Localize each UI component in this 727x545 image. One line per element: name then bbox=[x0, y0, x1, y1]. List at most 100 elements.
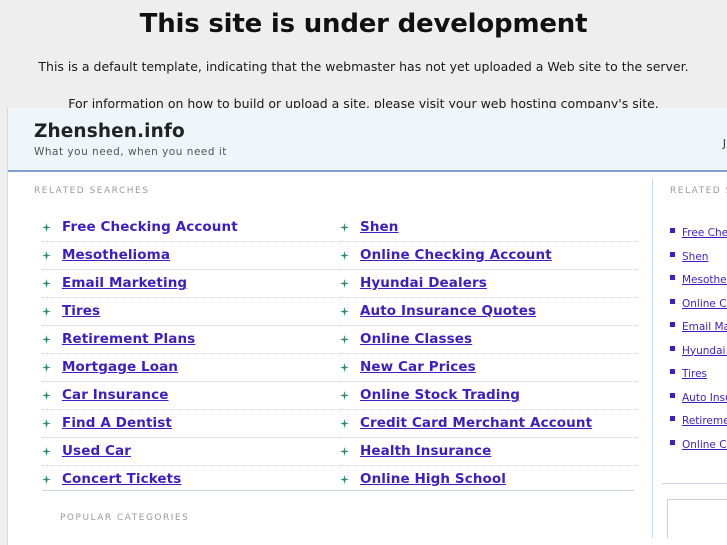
star-bullet-icon bbox=[340, 335, 349, 344]
list-item[interactable]: Car Insurance bbox=[42, 382, 340, 410]
related-searches-heading: RELATED SEARCHES bbox=[34, 186, 150, 196]
sidebar-related-search-link[interactable]: Online Classes bbox=[682, 439, 727, 451]
sidebar-related-search-link[interactable]: Online Checking Account bbox=[682, 298, 727, 310]
sidebar-related-search-link[interactable]: Mesothelioma bbox=[682, 274, 727, 286]
list-item[interactable]: Mortgage Loan bbox=[42, 354, 340, 382]
square-bullet-icon bbox=[670, 392, 675, 398]
related-search-link[interactable]: Shen bbox=[360, 219, 399, 235]
related-search-link[interactable]: Online Checking Account bbox=[360, 247, 552, 263]
header-nav-clipped-item[interactable]: Ju bbox=[723, 137, 727, 150]
sidebar-column: RELATED SEARCHES Free Checking Account S… bbox=[652, 179, 727, 538]
related-search-link[interactable]: Online Stock Trading bbox=[360, 387, 520, 403]
square-bullet-icon bbox=[670, 298, 675, 304]
sidebar-related-search-link[interactable]: Email Marketing bbox=[682, 321, 727, 333]
related-search-link[interactable]: Concert Tickets bbox=[62, 471, 181, 487]
list-item[interactable]: Online Stock Trading bbox=[340, 382, 638, 410]
related-search-link[interactable]: Email Marketing bbox=[62, 275, 187, 291]
related-search-link[interactable]: Health Insurance bbox=[360, 443, 491, 459]
star-bullet-icon bbox=[42, 419, 51, 428]
related-search-link[interactable]: Hyundai Dealers bbox=[360, 275, 487, 291]
star-bullet-icon bbox=[42, 251, 51, 260]
star-bullet-icon bbox=[340, 251, 349, 260]
related-search-link[interactable]: Online Classes bbox=[360, 331, 472, 347]
related-searches-column-right: Shen Online Checking Account Hyundai Dea… bbox=[340, 214, 638, 493]
section-divider bbox=[42, 490, 634, 491]
related-search-link[interactable]: Car Insurance bbox=[62, 387, 169, 403]
popular-categories-heading: POPULAR CATEGORIES bbox=[60, 513, 190, 523]
related-search-link[interactable]: Credit Card Merchant Account bbox=[360, 415, 592, 431]
list-item[interactable]: Find A Dentist bbox=[42, 410, 340, 438]
related-search-link[interactable]: Used Car bbox=[62, 443, 131, 459]
related-search-link[interactable]: New Car Prices bbox=[360, 359, 476, 375]
related-search-link[interactable]: Tires bbox=[62, 303, 100, 319]
list-item[interactable]: Used Car bbox=[42, 438, 340, 466]
star-bullet-icon bbox=[340, 419, 349, 428]
sidebar-related-search-link[interactable]: Tires bbox=[682, 368, 707, 380]
sidebar-related-searches-heading: RELATED SEARCHES bbox=[670, 186, 727, 196]
sidebar-related-search-link[interactable]: Shen bbox=[682, 251, 708, 263]
star-bullet-icon bbox=[42, 223, 51, 232]
list-item[interactable]: Email Marketing bbox=[670, 315, 727, 339]
list-item[interactable]: Online Classes bbox=[340, 326, 638, 354]
list-item[interactable]: Concert Tickets bbox=[42, 466, 340, 493]
square-bullet-icon bbox=[670, 228, 675, 233]
square-bullet-icon bbox=[670, 416, 675, 421]
list-item[interactable]: Retirement Plans bbox=[670, 409, 727, 433]
related-searches-column-left: Free Checking Account Mesothelioma Email… bbox=[42, 214, 340, 493]
sidebar-related-search-link[interactable]: Free Checking Account bbox=[682, 227, 727, 239]
related-search-link[interactable]: Mesothelioma bbox=[62, 247, 170, 263]
square-bullet-icon bbox=[670, 345, 675, 351]
star-bullet-icon bbox=[42, 391, 51, 400]
site-title: Zhenshen.info bbox=[34, 121, 185, 142]
sidebar-related-search-link[interactable]: Retirement Plans bbox=[682, 415, 727, 427]
related-search-link[interactable]: Find A Dentist bbox=[62, 415, 172, 431]
list-item[interactable]: Mesothelioma bbox=[670, 268, 727, 292]
star-bullet-icon bbox=[42, 279, 51, 288]
list-item[interactable]: Online Checking Account bbox=[670, 292, 727, 316]
list-item[interactable]: Credit Card Merchant Account bbox=[340, 410, 638, 438]
star-bullet-icon bbox=[340, 475, 349, 484]
list-item[interactable]: Free Checking Account bbox=[42, 214, 340, 242]
star-bullet-icon bbox=[340, 447, 349, 456]
square-bullet-icon bbox=[670, 251, 675, 257]
main-column: RELATED SEARCHES Free Checking Account M… bbox=[8, 172, 652, 545]
list-item[interactable]: Hyundai Dealers bbox=[340, 270, 638, 298]
list-item[interactable]: Tires bbox=[670, 362, 727, 386]
related-search-link[interactable]: Retirement Plans bbox=[62, 331, 195, 347]
star-bullet-icon bbox=[340, 307, 349, 316]
sidebar-related-search-link[interactable]: Auto Insurance Quotes bbox=[682, 392, 727, 404]
star-bullet-icon bbox=[42, 335, 51, 344]
list-item[interactable]: Auto Insurance Quotes bbox=[670, 386, 727, 410]
sidebar-related-search-link[interactable]: Hyundai Dealers bbox=[682, 345, 727, 357]
site-tagline: What you need, when you need it bbox=[34, 146, 227, 158]
list-item[interactable]: Health Insurance bbox=[340, 438, 638, 466]
list-item[interactable]: Shen bbox=[340, 214, 638, 242]
star-bullet-icon bbox=[340, 279, 349, 288]
related-search-link[interactable]: Auto Insurance Quotes bbox=[360, 303, 536, 319]
sidebar-divider bbox=[662, 483, 727, 484]
square-bullet-icon bbox=[670, 275, 675, 280]
list-item[interactable]: Auto Insurance Quotes bbox=[340, 298, 638, 326]
star-bullet-icon bbox=[42, 363, 51, 372]
square-bullet-icon bbox=[670, 439, 675, 445]
list-item[interactable]: Free Checking Account bbox=[670, 221, 727, 245]
sidebar-ad-box bbox=[667, 499, 727, 538]
list-item[interactable]: Online High School bbox=[340, 466, 638, 493]
list-item[interactable]: Tires bbox=[42, 298, 340, 326]
list-item[interactable]: Retirement Plans bbox=[42, 326, 340, 354]
square-bullet-icon bbox=[670, 369, 675, 374]
list-item[interactable]: Mesothelioma bbox=[42, 242, 340, 270]
list-item[interactable]: Online Checking Account bbox=[340, 242, 638, 270]
list-item[interactable]: New Car Prices bbox=[340, 354, 638, 382]
related-search-link[interactable]: Mortgage Loan bbox=[62, 359, 178, 375]
list-item[interactable]: Hyundai Dealers bbox=[670, 339, 727, 363]
sidebar-related-searches-list: Free Checking Account Shen Mesothelioma … bbox=[662, 221, 727, 456]
star-bullet-icon bbox=[340, 391, 349, 400]
star-bullet-icon bbox=[340, 223, 349, 232]
related-search-link[interactable]: Free Checking Account bbox=[62, 219, 238, 235]
star-bullet-icon bbox=[340, 363, 349, 372]
related-search-link[interactable]: Online High School bbox=[360, 471, 506, 487]
list-item[interactable]: Online Classes bbox=[670, 433, 727, 457]
list-item[interactable]: Shen bbox=[670, 245, 727, 269]
list-item[interactable]: Email Marketing bbox=[42, 270, 340, 298]
